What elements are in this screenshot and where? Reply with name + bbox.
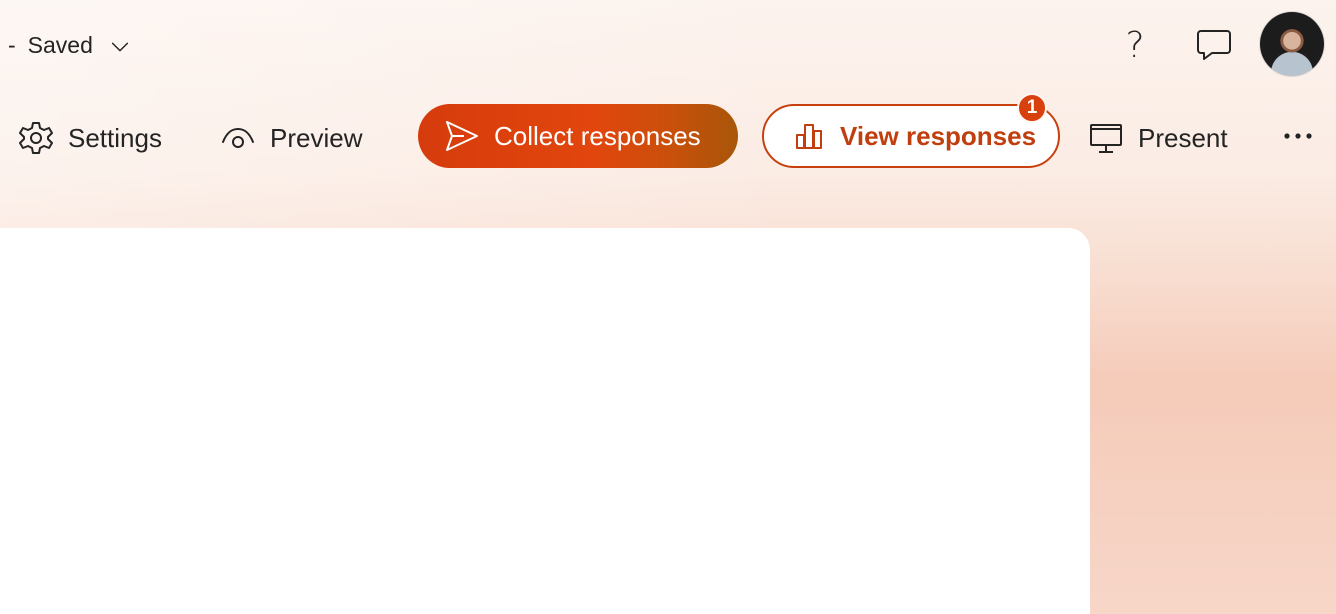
response-count-badge: 1	[1017, 93, 1047, 123]
form-canvas	[0, 228, 1090, 614]
collect-responses-button[interactable]: Collect responses	[418, 104, 738, 168]
settings-label: Settings	[68, 122, 162, 153]
question-icon: ?	[1125, 24, 1145, 66]
gear-icon	[19, 122, 53, 154]
settings-button[interactable]: Settings	[18, 118, 162, 158]
present-button[interactable]: Present	[1088, 118, 1228, 158]
save-status-label: Saved	[27, 31, 93, 58]
monitor-icon	[1090, 124, 1122, 153]
preview-label: Preview	[270, 122, 363, 153]
top-bar: - Saved ?	[0, 0, 1336, 88]
eye-icon	[222, 127, 254, 148]
title-separator: -	[8, 31, 16, 58]
view-responses-button[interactable]: View responses	[762, 104, 1060, 168]
feedback-button[interactable]	[1192, 24, 1236, 66]
view-responses-label: View responses	[840, 120, 1037, 151]
chat-bubble-icon	[1197, 30, 1231, 60]
collect-responses-label: Collect responses	[494, 120, 701, 151]
save-status-dropdown[interactable]: - Saved	[8, 28, 131, 62]
chevron-down-icon	[111, 42, 128, 52]
bar-chart-icon	[796, 124, 822, 149]
more-horizontal-icon	[1284, 133, 1312, 139]
send-icon	[446, 121, 478, 151]
more-options-button[interactable]	[1280, 118, 1316, 154]
present-label: Present	[1138, 122, 1228, 153]
help-button[interactable]: ?	[1114, 24, 1156, 66]
preview-button[interactable]: Preview	[220, 118, 362, 158]
user-avatar[interactable]	[1260, 12, 1324, 76]
